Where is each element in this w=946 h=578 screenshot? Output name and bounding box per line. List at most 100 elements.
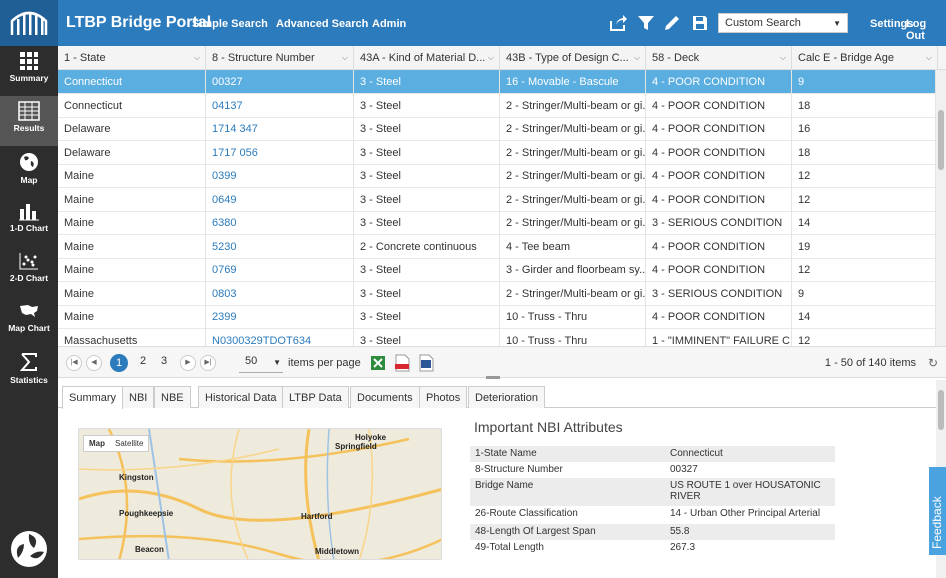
sidebar-item-map-chart[interactable]: Map Chart	[0, 296, 58, 346]
bridge-location-map[interactable]: Map Satellite Holyoke Springfield Kingsto…	[78, 428, 442, 560]
column-header-structure-number[interactable]: 8 - Structure Number ⌵	[206, 46, 354, 70]
export-word-icon[interactable]	[418, 354, 434, 372]
table-row[interactable]: Delaware 1717 056 3 - Steel 2 - Stringer/Mu…	[58, 140, 936, 165]
page-number[interactable]: 3	[161, 355, 167, 367]
tab-ltbp-data[interactable]: LTBP Data	[282, 386, 349, 408]
map-label: Springfield	[335, 442, 377, 451]
nbi-row: 48-Length Of Largest Span 55.8	[470, 524, 835, 540]
last-page-button[interactable]: ▶|	[200, 355, 216, 371]
cell-structure-number[interactable]: 0803	[206, 281, 354, 306]
tab-documents[interactable]: Documents	[350, 386, 420, 408]
table-row[interactable]: Maine 0803 3 - Steel 2 - Stringer/Multi-bea…	[58, 281, 936, 306]
cell-structure-number[interactable]: 2399	[206, 305, 354, 329]
nbi-row: Bridge Name US ROUTE 1 over HOUSATONIC RI…	[470, 478, 835, 506]
page-number-current[interactable]: 1	[110, 354, 128, 372]
table-row[interactable]: Maine 6380 3 - Steel 2 - Stringer/Multi-bea…	[58, 211, 936, 235]
next-page-button[interactable]: ▶	[180, 355, 196, 371]
tab-nbe[interactable]: NBE	[154, 386, 191, 408]
sidebar-item-2d-chart[interactable]: 2-D Chart	[0, 246, 58, 296]
table-row[interactable]: Delaware 1714 347 3 - Steel 2 - Stringer/Mu…	[58, 117, 936, 141]
app-title[interactable]: LTBP Bridge Portal	[66, 14, 211, 32]
chevron-down-icon[interactable]: ⌵	[780, 53, 786, 63]
scrollbar-thumb[interactable]	[938, 390, 944, 430]
save-disk-icon[interactable]	[690, 13, 710, 33]
map-label: Holyoke	[355, 433, 387, 442]
tab-summary[interactable]: Summary	[62, 386, 124, 409]
table-row[interactable]: Connecticut 04137 3 - Steel 2 - Stringer/Mu…	[58, 93, 936, 118]
scrollbar-thumb[interactable]	[938, 110, 944, 170]
globe-icon	[20, 153, 38, 171]
table-row[interactable]: Maine 0649 3 - Steel 2 - Stringer/Multi-bea…	[58, 187, 936, 212]
export-pdf-icon[interactable]	[394, 354, 410, 372]
cell-structure-number[interactable]: 0649	[206, 187, 354, 212]
sidebar-item-statistics[interactable]: Statistics	[0, 346, 58, 396]
cell-state: Maine	[58, 281, 206, 306]
sidebar-item-summary[interactable]: Summary	[0, 46, 58, 96]
cell-bridge-age: 18	[792, 93, 936, 118]
page-number[interactable]: 2	[140, 355, 146, 367]
share-icon[interactable]	[608, 13, 628, 33]
column-header-type-of-design[interactable]: 43B - Type of Design C... ⌵	[500, 46, 646, 70]
chevron-down-icon[interactable]: ⌵	[342, 53, 348, 63]
tab-historical-data[interactable]: Historical Data	[198, 386, 284, 408]
cell-bridge-age: 12	[792, 258, 936, 282]
tab-nbi[interactable]: NBI	[122, 386, 155, 408]
table-row[interactable]: Maine 0769 3 - Steel 3 - Girder and floorbe…	[58, 258, 936, 282]
cell-type-of-design: 10 - Truss - Thru	[500, 305, 646, 329]
cell-structure-number[interactable]: 04137	[206, 93, 354, 118]
table-row[interactable]: Maine 5230 2 - Concrete continuous 4 - Tee …	[58, 234, 936, 259]
app-logo[interactable]	[0, 0, 58, 46]
items-per-page-select[interactable]: 50 ▼	[239, 355, 283, 373]
cell-bridge-age: 12	[792, 164, 936, 188]
grid-scrollbar[interactable]	[936, 70, 946, 346]
sidebar-item-label: Summary	[9, 73, 49, 83]
cell-structure-number[interactable]: 1714 347	[206, 117, 354, 141]
cell-type-of-design: 2 - Stringer/Multi-beam or gi...	[500, 211, 646, 235]
filter-icon[interactable]	[636, 13, 656, 33]
prev-page-button[interactable]: ◀	[86, 355, 102, 371]
logout-link[interactable]: Log Out	[906, 18, 946, 42]
map-type-satellite-button[interactable]: Satellite	[110, 436, 148, 451]
first-page-button[interactable]: |◀	[66, 355, 82, 371]
nbi-row: 1-State Name Connecticut	[470, 446, 835, 462]
cell-bridge-age: 19	[792, 234, 936, 259]
column-header-state[interactable]: 1 - State ⌵	[58, 46, 206, 70]
summary-grid-icon	[20, 52, 38, 70]
nav-advanced-search[interactable]: Advanced Search	[276, 18, 368, 30]
custom-search-select[interactable]: Custom Search ▼	[718, 13, 848, 33]
chevron-down-icon[interactable]: ⌵	[634, 53, 640, 63]
chevron-down-icon[interactable]: ⌵	[488, 53, 494, 63]
edit-pencil-icon[interactable]	[662, 13, 682, 33]
nbi-attributes-title: Important NBI Attributes	[474, 419, 623, 435]
sidebar-item-map[interactable]: Map	[0, 146, 58, 196]
column-header-deck[interactable]: 58 - Deck ⌵	[646, 46, 792, 70]
refresh-icon[interactable]: ↻	[928, 356, 938, 370]
column-header-kind-of-material[interactable]: 43A - Kind of Material D... ⌵	[354, 46, 500, 70]
column-header-bridge-age[interactable]: Calc E - Bridge Age ⌵	[792, 46, 938, 70]
nav-admin[interactable]: Admin	[372, 18, 406, 30]
tab-photos[interactable]: Photos	[419, 386, 468, 408]
chevron-down-icon[interactable]: ⌵	[926, 53, 932, 63]
cell-structure-number[interactable]: 0399	[206, 164, 354, 188]
tab-deterioration[interactable]: Deterioration	[468, 386, 545, 408]
table-row[interactable]: Connecticut 00327 3 - Steel 16 - Movable - …	[58, 70, 936, 94]
items-per-page-value: 50	[245, 355, 258, 367]
pager: |◀ ◀ 1 2 3 ▶ ▶| 50 ▼ items per page 1 - …	[58, 346, 946, 378]
chevron-down-icon[interactable]: ⌵	[194, 53, 200, 63]
panel-splitter-handle[interactable]	[486, 376, 500, 379]
feedback-button[interactable]: Feedback	[929, 467, 946, 555]
cell-structure-number[interactable]: 6380	[206, 211, 354, 235]
cell-structure-number[interactable]: 00327	[206, 70, 354, 94]
cell-kind-of-material: 3 - Steel	[354, 211, 500, 235]
cell-structure-number[interactable]: 1717 056	[206, 140, 354, 165]
export-excel-icon[interactable]	[370, 354, 386, 372]
cell-structure-number[interactable]: 5230	[206, 234, 354, 259]
map-type-map-button[interactable]: Map	[84, 436, 110, 451]
table-row[interactable]: Maine 0399 3 - Steel 2 - Stringer/Multi-bea…	[58, 164, 936, 188]
nav-simple-search[interactable]: Simple Search	[192, 18, 268, 30]
table-row[interactable]: Maine 2399 3 - Steel 10 - Truss - Thru 4 - P…	[58, 305, 936, 329]
cell-structure-number[interactable]: 0769	[206, 258, 354, 282]
sidebar-item-1d-chart[interactable]: 1-D Chart	[0, 196, 58, 246]
nbi-row: 26-Route Classification 14 - Urban Other …	[475, 508, 821, 519]
sidebar-item-results[interactable]: Results	[0, 96, 58, 146]
